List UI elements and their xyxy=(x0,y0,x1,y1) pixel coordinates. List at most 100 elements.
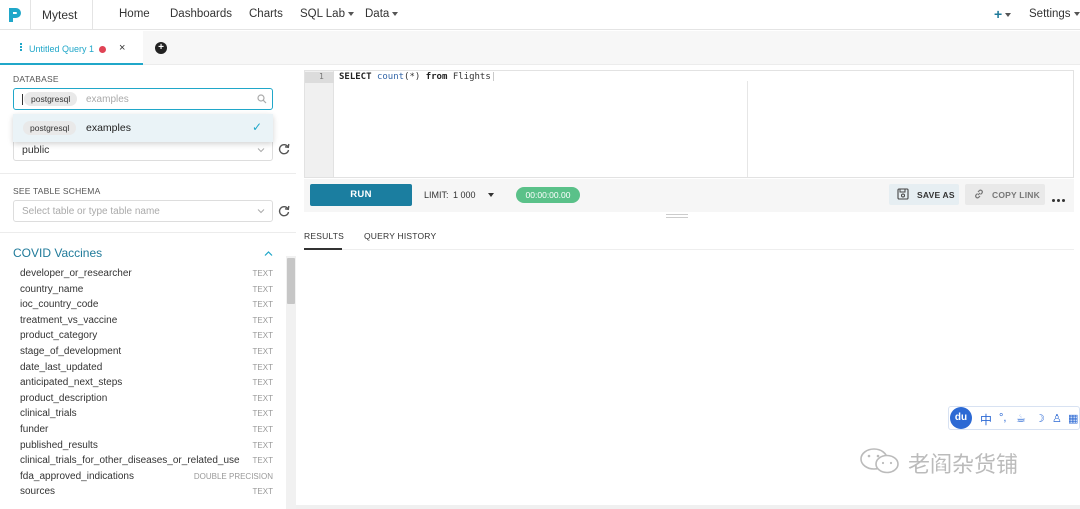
nav-dashboards[interactable]: Dashboards xyxy=(170,8,232,20)
column-type: TEXT xyxy=(252,300,273,310)
list-item: date_last_updated TEXT xyxy=(0,360,285,376)
sql-args: (*) xyxy=(404,72,421,82)
list-item: fda_approved_indications DOUBLE PRECISION xyxy=(0,469,285,485)
search-icon xyxy=(257,94,267,104)
list-item: ioc_country_code TEXT xyxy=(0,297,285,313)
nav-home[interactable]: Home xyxy=(119,8,150,20)
refresh-schema-icon[interactable] xyxy=(277,142,291,156)
superset-logo-icon[interactable] xyxy=(6,6,24,24)
sql-editor[interactable]: 1 SELECT count(*) from Flights| xyxy=(304,70,1074,178)
column-name: product_description xyxy=(20,392,108,404)
run-button[interactable]: RUN xyxy=(310,184,412,206)
ime-language-toggle[interactable]: 中 xyxy=(980,411,992,428)
column-name: fda_approved_indications xyxy=(20,470,134,482)
column-name: sources xyxy=(20,486,56,498)
tab-label: Untitled Query 1 xyxy=(29,44,95,54)
copy-link-button[interactable]: COPY LINK xyxy=(965,184,1045,205)
column-type: TEXT xyxy=(252,378,273,388)
column-type: DOUBLE PRECISION xyxy=(193,471,273,481)
unsaved-status-dot xyxy=(99,46,106,53)
new-menu-button[interactable]: + xyxy=(994,6,1012,22)
app-name[interactable]: Mytest xyxy=(42,8,77,22)
add-tab-button[interactable]: + xyxy=(155,42,167,54)
scrollbar-thumb[interactable] xyxy=(287,258,295,304)
tab-query-history[interactable]: QUERY HISTORY xyxy=(364,231,436,241)
ime-punctuation-icon[interactable]: °, xyxy=(999,412,1006,424)
list-item: published_results TEXT xyxy=(0,438,285,454)
brand-divider-2 xyxy=(92,0,93,30)
list-item: country_name TEXT xyxy=(0,282,285,298)
column-name: funder xyxy=(20,423,49,435)
column-name: country_name xyxy=(20,283,84,295)
pane-resize-handle[interactable] xyxy=(666,214,688,218)
column-name: stage_of_development xyxy=(20,345,122,357)
list-item: funder TEXT xyxy=(0,422,285,438)
more-options-icon[interactable] xyxy=(1052,193,1068,202)
database-dropdown: postgresql examples ✓ xyxy=(13,114,273,142)
chevron-down-icon xyxy=(347,11,354,16)
column-name: clinical_trials xyxy=(20,408,77,420)
limit-dropdown[interactable]: 1 000 xyxy=(453,190,476,200)
table-placeholder: Select table or type table name xyxy=(22,206,160,217)
sidebar-scrollbar[interactable] xyxy=(286,256,296,509)
chevron-down-icon[interactable] xyxy=(488,193,494,197)
column-type: TEXT xyxy=(252,315,273,325)
list-item: clinical_trials_for_other_diseases_or_re… xyxy=(0,453,285,469)
editor-gutter: 1 xyxy=(305,71,334,177)
sql-keyword: SELECT xyxy=(339,72,372,82)
database-type-pill: postgresql xyxy=(24,92,78,106)
ime-user-icon[interactable]: ♙ xyxy=(1052,412,1062,425)
sql-code[interactable]: SELECT count(*) from Flights| xyxy=(339,72,496,82)
section-divider xyxy=(0,173,296,174)
tab-results[interactable]: RESULTS xyxy=(304,231,344,241)
column-name: published_results xyxy=(20,439,98,451)
nav-data[interactable]: Data xyxy=(365,8,399,20)
chevron-up-icon[interactable] xyxy=(264,250,273,257)
table-title[interactable]: COVID Vaccines xyxy=(13,246,102,260)
list-item: developer_or_researcher TEXT xyxy=(0,266,285,282)
column-type: TEXT xyxy=(252,269,273,278)
results-tabs: RESULTS QUERY HISTORY xyxy=(304,226,1074,250)
schema-select[interactable]: public xyxy=(13,139,273,161)
section-divider xyxy=(0,232,296,233)
schema-value: public xyxy=(22,144,50,156)
column-type: TEXT xyxy=(252,284,273,294)
editor-caret: | xyxy=(490,72,497,82)
text-cursor xyxy=(22,94,23,105)
column-name: anticipated_next_steps xyxy=(20,377,123,389)
tab-untitled-query-1[interactable]: Untitled Query 1 × xyxy=(0,31,143,65)
column-type: TEXT xyxy=(252,409,273,419)
nav-charts[interactable]: Charts xyxy=(249,8,283,20)
nav-sql-lab[interactable]: SQL Lab xyxy=(300,8,354,20)
active-tab-indicator xyxy=(304,248,342,250)
sql-keyword: from xyxy=(425,72,448,82)
ime-skin-icon[interactable]: ☕ xyxy=(1016,412,1026,425)
settings-menu[interactable]: Settings xyxy=(1029,8,1080,20)
column-type: TEXT xyxy=(252,487,273,497)
close-icon[interactable]: × xyxy=(119,42,125,54)
save-as-label: SAVE AS xyxy=(917,190,955,200)
link-icon xyxy=(975,189,983,199)
ime-moon-icon[interactable]: ☽ xyxy=(1035,412,1045,425)
chevron-down-icon xyxy=(1073,11,1080,16)
ime-grid-icon[interactable]: ▦ xyxy=(1068,412,1078,425)
column-name: treatment_vs_vaccine xyxy=(20,314,118,326)
save-as-button[interactable]: SAVE AS xyxy=(889,184,959,205)
limit-label: LIMIT: xyxy=(424,190,449,200)
chevron-down-icon xyxy=(257,148,265,153)
database-select[interactable]: postgresql examples xyxy=(13,88,273,110)
database-option-examples[interactable]: postgresql examples ✓ xyxy=(13,114,273,142)
brand-divider xyxy=(30,0,31,30)
ime-logo-icon[interactable]: du xyxy=(950,407,972,429)
refresh-tables-icon[interactable] xyxy=(277,204,291,218)
database-option-label: examples xyxy=(86,122,131,134)
table-select[interactable]: Select table or type table name xyxy=(13,200,273,222)
top-navbar: Mytest Home Dashboards Charts SQL Lab Da… xyxy=(0,0,1080,30)
line-number: 1 xyxy=(319,72,324,81)
tab-menu-icon[interactable] xyxy=(20,43,23,53)
column-type: TEXT xyxy=(252,346,273,356)
sql-function: count xyxy=(376,72,405,82)
column-list: developer_or_researcher TEXT country_name… xyxy=(0,266,285,500)
see-table-schema-label: SEE TABLE SCHEMA xyxy=(13,186,101,196)
query-tabs-bar: Untitled Query 1 × + xyxy=(0,31,1080,65)
